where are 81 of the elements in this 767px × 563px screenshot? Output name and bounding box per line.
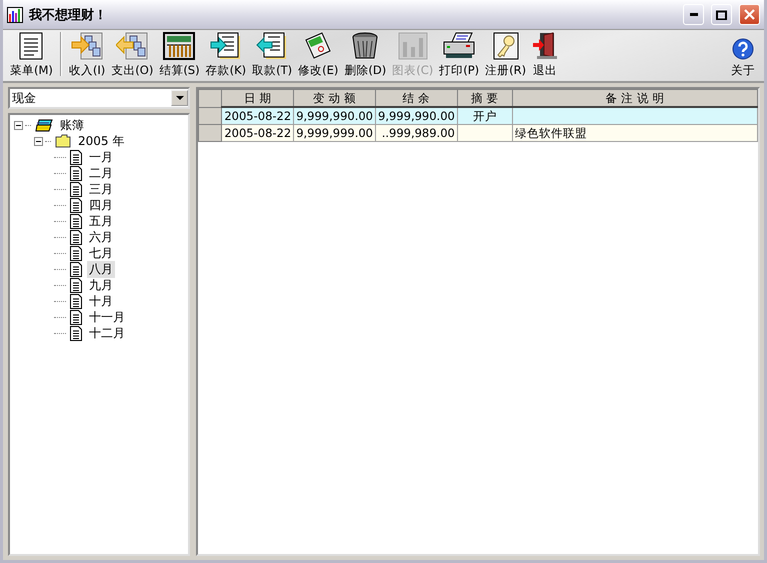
maximize-button[interactable] <box>711 4 732 25</box>
document-icon <box>70 166 82 180</box>
column-header[interactable]: 结 余 <box>376 90 458 107</box>
table-cell: 9,999,990.00 <box>376 107 458 124</box>
document-icon <box>70 198 82 212</box>
table-cell: ..999,989.00 <box>376 124 458 142</box>
column-header[interactable]: 变 动 额 <box>294 90 376 107</box>
tree-item[interactable]: 二月 <box>87 164 115 182</box>
tree-item[interactable]: 三月 <box>87 180 115 198</box>
door-icon <box>532 32 558 60</box>
toolbar-button[interactable]: 收入(I) <box>66 32 108 78</box>
tree-item[interactable]: 六月 <box>87 228 115 246</box>
key-icon <box>492 32 519 60</box>
arrow-pages-icon <box>116 32 148 60</box>
document-icon <box>70 278 82 292</box>
document-icon <box>70 294 82 308</box>
toolbar-button[interactable]: 退出 <box>529 32 562 78</box>
window-title: 我不想理财！ <box>29 6 107 24</box>
tree-item[interactable]: 八月 <box>87 260 115 278</box>
expand-toggle[interactable] <box>14 120 23 130</box>
table-cell: 9,999,999.00 <box>294 124 376 142</box>
minimize-button[interactable] <box>683 4 704 25</box>
column-header[interactable]: 摘 要 <box>457 90 512 107</box>
dropdown-arrow-icon <box>176 96 184 100</box>
document-icon <box>70 214 82 228</box>
table-cell: 绿色软件联盟 <box>512 124 758 142</box>
calculator-icon <box>304 32 332 60</box>
tree-item[interactable]: 账簿 <box>58 116 86 134</box>
tree-item[interactable]: 四月 <box>87 196 115 214</box>
book-stack-icon <box>35 118 53 132</box>
toolbar-button[interactable]: 取款(T) <box>249 32 296 78</box>
toolbar-button[interactable]: 存款(K) <box>202 32 250 78</box>
toolbar-button[interactable]: 结算(S) <box>156 32 203 78</box>
document-icon <box>70 326 82 340</box>
expand-toggle[interactable] <box>34 136 43 146</box>
tree-item[interactable]: 七月 <box>87 244 115 262</box>
table-cell: 开户 <box>457 107 512 124</box>
document-icon <box>70 182 82 196</box>
tree-item[interactable]: 2005 年 <box>76 132 126 150</box>
tree-item[interactable]: 十二月 <box>87 324 127 342</box>
toolbar-button[interactable]: 菜单(M) <box>7 32 56 78</box>
toolbar-button[interactable]: 修改(E) <box>295 32 342 78</box>
minimize-icon <box>690 13 698 16</box>
toolbar-button[interactable]: 关于 <box>728 32 758 78</box>
document-icon <box>70 262 82 276</box>
document-icon <box>70 230 82 244</box>
close-button[interactable] <box>739 4 760 25</box>
column-header[interactable]: 备 注 说 明 <box>512 90 758 107</box>
help-icon <box>732 38 754 60</box>
arrow-document-icon <box>256 32 288 60</box>
table-cell: 2005-08-22 <box>222 107 294 124</box>
table-cell: 9,999,990.00 <box>294 107 376 124</box>
row-header <box>198 90 222 107</box>
document-icon <box>19 32 44 60</box>
bar-chart-icon <box>398 32 428 60</box>
toolbar-button[interactable]: 删除(D) <box>341 32 390 78</box>
document-icon <box>70 150 82 164</box>
folder-icon <box>55 134 71 148</box>
document-icon <box>70 310 82 324</box>
row-header[interactable] <box>198 124 222 142</box>
column-header[interactable]: 日 期 <box>222 90 294 107</box>
row-header[interactable] <box>198 107 222 124</box>
close-icon <box>744 9 755 20</box>
toolbar-button[interactable]: 打印(P) <box>436 32 482 78</box>
tree-item[interactable]: 五月 <box>87 212 115 230</box>
tree-item[interactable]: 一月 <box>87 148 115 166</box>
tree-item[interactable]: 九月 <box>87 276 115 294</box>
document-icon <box>70 246 82 260</box>
bar-chart-icon <box>7 6 23 22</box>
tree-item[interactable]: 十一月 <box>87 308 127 326</box>
tree-item[interactable]: 十月 <box>87 292 115 310</box>
table-cell: 2005-08-22 <box>222 124 294 142</box>
toolbar-button[interactable]: 注册(R) <box>482 32 530 78</box>
abacus-icon <box>163 32 196 60</box>
arrow-document-icon <box>210 32 242 60</box>
toolbar-button[interactable]: 支出(O) <box>108 32 156 78</box>
account-dropdown[interactable]: 现金 <box>8 87 190 109</box>
table-cell <box>457 124 512 142</box>
maximize-icon <box>716 10 727 20</box>
printer-icon <box>442 32 476 60</box>
arrow-pages-icon <box>71 32 104 60</box>
